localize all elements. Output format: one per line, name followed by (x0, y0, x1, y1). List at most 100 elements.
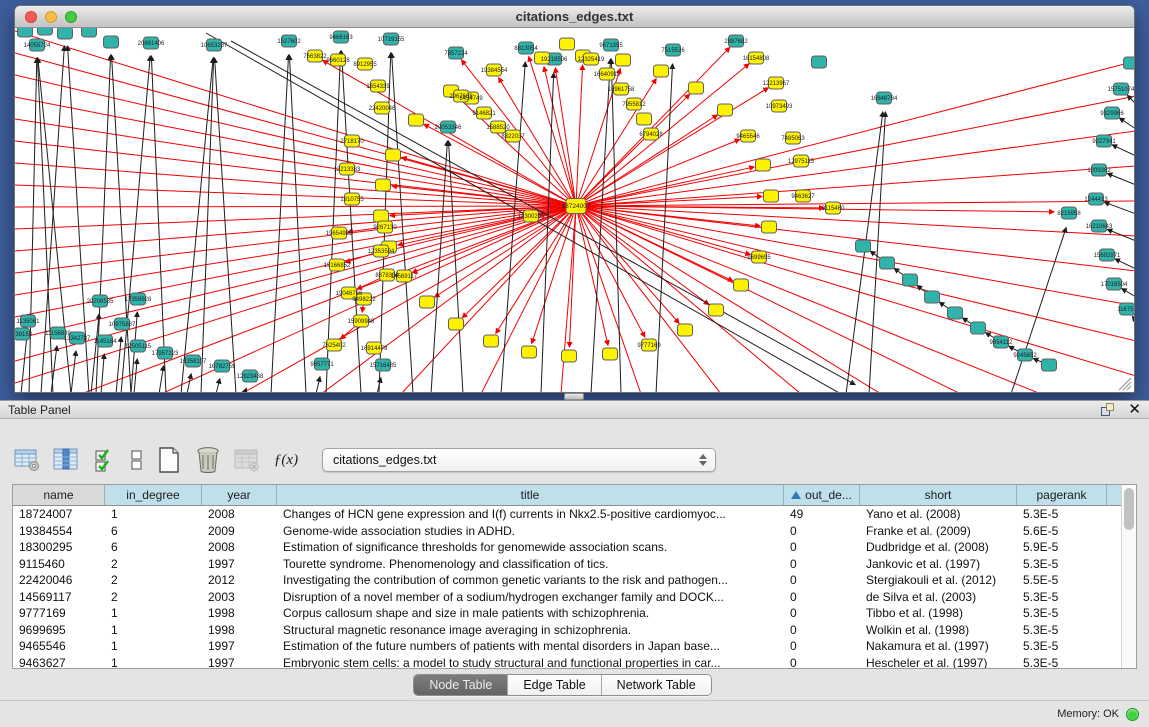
table-cell: 2012 (202, 572, 277, 589)
graph-node-label: 1588520 (486, 125, 510, 131)
graph-node-yellow[interactable] (376, 179, 391, 191)
network-canvas[interactable]: 1872400718300295140557242089140610653287… (15, 28, 1134, 393)
tab-node-table[interactable]: Node Table (414, 675, 508, 695)
graph-node-teal[interactable] (1124, 57, 1135, 69)
new-table-icon[interactable] (154, 446, 184, 474)
select-all-icon[interactable] (90, 446, 120, 474)
graph-node-yellow[interactable] (734, 279, 749, 291)
window-resize-grip[interactable] (1116, 375, 1132, 391)
table-cell: Structural magnetic resonance image aver… (277, 622, 784, 639)
memory-status-indicator[interactable] (1126, 708, 1139, 721)
graph-node-yellow[interactable] (603, 348, 618, 360)
table-cell: 1997 (202, 556, 277, 573)
column-select-icon[interactable] (51, 446, 81, 474)
network-graph[interactable]: 1872400718300295140557242089140610653287… (15, 28, 1134, 393)
citation-edge-black (271, 55, 289, 393)
graph-node-label: 7955812 (622, 102, 646, 108)
graph-node-yellow[interactable] (654, 65, 669, 77)
graph-node-teal[interactable] (812, 56, 827, 68)
graph-node-teal[interactable] (58, 28, 73, 39)
table-toolbar: ƒ(x) citations_edges.txt (0, 419, 1149, 482)
citation-edge-black (1132, 316, 1134, 321)
graph-node-yellow[interactable] (689, 82, 704, 94)
graph-node-teal[interactable] (903, 274, 918, 286)
graph-node-teal[interactable] (925, 291, 940, 303)
window-titlebar[interactable]: citations_edges.txt (15, 6, 1134, 28)
table-source-select[interactable]: citations_edges.txt (322, 448, 716, 472)
graph-node-yellow[interactable] (756, 159, 771, 171)
column-header-pagerank[interactable]: pagerank (1017, 485, 1107, 505)
function-builder-icon[interactable]: ƒ(x) (271, 446, 301, 474)
tab-edge-table[interactable]: Edge Table (508, 675, 601, 695)
graph-node-teal[interactable] (971, 322, 986, 334)
citation-edge-red (576, 206, 1134, 271)
table-vertical-scrollbar[interactable] (1121, 485, 1136, 668)
tab-network-table[interactable]: Network Table (602, 675, 711, 695)
table-row[interactable]: 1456911722003Disruption of a novel membe… (13, 589, 1121, 606)
graph-node-yellow[interactable] (637, 113, 652, 125)
graph-node-teal[interactable] (18, 28, 33, 37)
graph-node-label: 16782759 (209, 364, 236, 370)
graph-node-teal[interactable] (82, 28, 97, 37)
graph-node-yellow[interactable] (616, 54, 631, 66)
graph-node-yellow[interactable] (386, 149, 401, 161)
float-panel-icon[interactable] (1101, 403, 1114, 416)
table-settings-icon[interactable] (12, 446, 42, 474)
graph-node-yellow[interactable] (522, 346, 537, 358)
graph-node-teal[interactable] (104, 36, 119, 48)
graph-node-teal[interactable] (38, 28, 53, 35)
close-panel-icon[interactable]: ✕ (1128, 403, 1141, 416)
table-row[interactable]: 946554611997Estimation of the future num… (13, 638, 1121, 655)
graph-node-label: 1527602 (277, 39, 301, 45)
column-header-short[interactable]: short (860, 485, 1017, 505)
citation-edge-red (576, 206, 1041, 393)
column-header-in_degree[interactable]: in_degree (105, 485, 202, 505)
graph-node-label: 16210643 (1086, 224, 1113, 230)
table-row[interactable]: 1830029562008Estimation of significance … (13, 539, 1121, 556)
graph-node-label: 18300295 (518, 214, 545, 220)
table-cell: 5.3E-5 (1017, 556, 1107, 573)
table-cell: 2008 (202, 539, 277, 556)
citation-edge-red (481, 206, 576, 393)
column-header-name[interactable]: name (13, 485, 105, 505)
citation-edge-red (462, 206, 576, 318)
table-row[interactable]: 977716911998Corpus callosum shape and si… (13, 605, 1121, 622)
citation-edge-black (151, 56, 166, 393)
graph-node-yellow[interactable] (762, 221, 777, 233)
table-row[interactable]: 969969511998Structural magnetic resonanc… (13, 622, 1121, 639)
graph-node-teal[interactable] (1042, 359, 1057, 371)
table-cell: Tourette syndrome. Phenomenology and cla… (277, 556, 784, 573)
graph-node-yellow[interactable] (374, 210, 389, 222)
table-row[interactable]: 911546021997Tourette syndrome. Phenomeno… (13, 556, 1121, 573)
graph-node-label: 12325419 (578, 57, 605, 63)
graph-node-teal[interactable] (948, 307, 963, 319)
scrollbar-thumb[interactable] (1124, 488, 1134, 530)
graph-node-teal[interactable] (856, 240, 871, 252)
memory-status-label: Memory: OK (1057, 708, 1119, 720)
graph-node-teal[interactable] (880, 257, 895, 269)
table-row[interactable]: 946362711997Embryonic stem cells: a mode… (13, 655, 1121, 669)
graph-node-yellow[interactable] (678, 324, 693, 336)
table-row[interactable]: 1938455462009Genome-wide association stu… (13, 523, 1121, 540)
column-header-out_de[interactable]: out_de... (784, 485, 860, 505)
minimize-window-button[interactable] (45, 11, 57, 23)
zoom-window-button[interactable] (65, 11, 77, 23)
close-window-button[interactable] (25, 11, 37, 23)
panel-divider-handle[interactable] (564, 393, 584, 400)
graph-node-yellow[interactable] (484, 335, 499, 347)
column-header-title[interactable]: title (277, 485, 784, 505)
graph-node-yellow[interactable] (709, 304, 724, 316)
table-row[interactable]: 2242004622012Investigating the contribut… (13, 572, 1121, 589)
table-row[interactable]: 1872400712008Changes of HCN gene express… (13, 506, 1121, 523)
row-toggle-icon[interactable] (129, 446, 145, 474)
graph-node-yellow[interactable] (764, 190, 779, 202)
delete-icon[interactable] (193, 446, 223, 474)
column-header-year[interactable]: year (202, 485, 277, 505)
graph-node-yellow[interactable] (409, 114, 424, 126)
citation-edge-red (576, 94, 690, 206)
graph-node-yellow[interactable] (560, 38, 575, 50)
graph-node-yellow[interactable] (449, 318, 464, 330)
graph-node-yellow[interactable] (562, 350, 577, 362)
graph-node-yellow[interactable] (420, 296, 435, 308)
graph-node-yellow[interactable] (718, 104, 733, 116)
